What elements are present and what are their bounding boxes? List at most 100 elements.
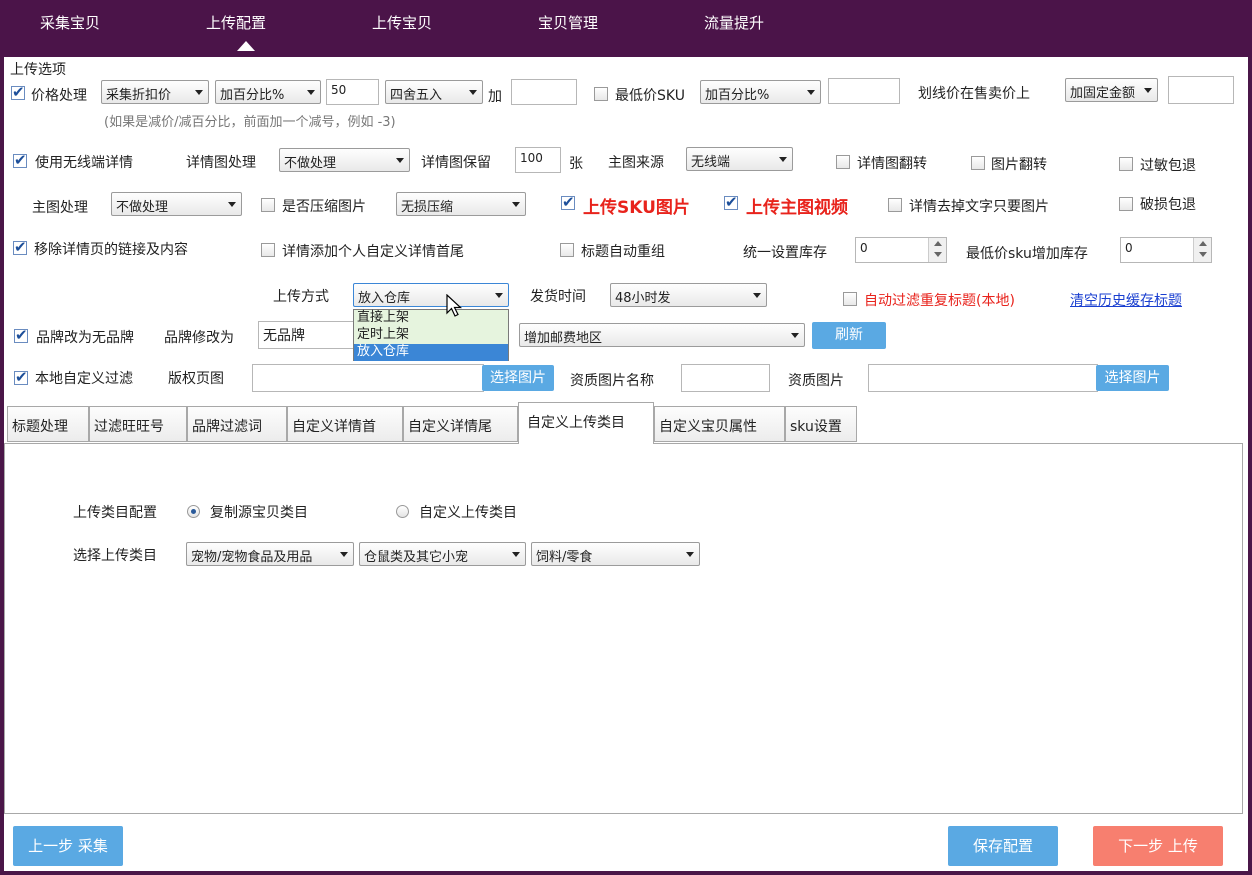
tab-custom-detail-head[interactable]: 自定义详情首 <box>287 406 403 442</box>
copyright-input[interactable] <box>252 364 484 392</box>
ship-time-select[interactable]: 48小时发 <box>610 283 767 307</box>
nav-item-manage[interactable]: 宝贝管理 <box>538 12 598 33</box>
radio-copy-category-label: 复制源宝贝类目 <box>210 505 308 521</box>
min-sku-value-input[interactable] <box>828 78 900 104</box>
remove-links-label: 移除详情页的链接及内容 <box>34 242 188 258</box>
detail-remove-text-checkbox[interactable] <box>888 198 902 212</box>
main-img-select[interactable]: 不做处理 <box>111 192 242 216</box>
tab-brand-filter[interactable]: 品牌过滤词 <box>187 406 287 442</box>
next-step-button[interactable]: 下一步 上传 <box>1093 826 1223 866</box>
strike-value-input[interactable] <box>1168 76 1234 104</box>
tab-custom-category[interactable]: 自定义上传类目 <box>518 402 654 444</box>
detail-keep-input[interactable]: 100 <box>515 147 561 173</box>
main-img-label: 主图处理 <box>32 200 88 216</box>
price-process-label: 价格处理 <box>31 88 87 104</box>
local-filter-label: 本地自定义过滤 <box>35 371 133 387</box>
price-hint: (如果是减价/减百分比，前面加一个减号，例如 -3) <box>104 115 396 130</box>
price-source-select[interactable]: 采集折扣价 <box>101 80 209 104</box>
brand-value-input[interactable]: 无品牌 <box>258 321 354 349</box>
tab-custom-detail-tail[interactable]: 自定义详情尾 <box>403 406 518 442</box>
detail-remove-text-label: 详情去掉文字只要图片 <box>909 199 1049 215</box>
min-sku-label: 最低价SKU <box>615 88 685 104</box>
min-sku-stock-label: 最低价sku增加库存 <box>966 246 1088 262</box>
add-value-input[interactable] <box>511 79 577 105</box>
detail-keep-unit: 张 <box>569 156 583 172</box>
img-flip-checkbox[interactable] <box>971 156 985 170</box>
postage-region-select[interactable]: 增加邮费地区 <box>519 323 805 347</box>
upload-sku-img-checkbox[interactable] <box>561 193 575 211</box>
allergy-refund-label: 过敏包退 <box>1140 158 1196 174</box>
price-value-input[interactable]: 50 <box>326 79 379 105</box>
price-process-checkbox[interactable] <box>11 83 25 101</box>
tab-title-process[interactable]: 标题处理 <box>7 406 89 442</box>
nav-upload-config[interactable]: 上传配置 <box>206 12 266 33</box>
upload-mode-select[interactable]: 放入仓库 <box>353 283 509 307</box>
select-copyright-image-button[interactable]: 选择图片 <box>482 365 554 391</box>
nav-collect[interactable]: 采集宝贝 <box>40 12 100 33</box>
top-nav-bar: 采集宝贝 上传配置 上传宝贝 宝贝管理 流量提升 <box>0 0 1252 57</box>
price-mode-select[interactable]: 加百分比% <box>215 80 321 104</box>
radio-custom-category[interactable] <box>396 505 409 518</box>
mobile-detail-checkbox[interactable] <box>13 151 27 169</box>
radio-copy-category[interactable] <box>187 505 200 518</box>
select-qual-image-button[interactable]: 选择图片 <box>1096 365 1169 391</box>
stock-spinner[interactable]: 0 <box>855 237 947 263</box>
save-config-button[interactable]: 保存配置 <box>948 826 1058 866</box>
local-filter-checkbox[interactable] <box>14 368 28 386</box>
strike-mode-select[interactable]: 加固定金额 <box>1065 78 1158 102</box>
qual-name-input[interactable] <box>681 364 770 392</box>
prev-step-button[interactable]: 上一步 采集 <box>13 826 123 866</box>
mobile-detail-label: 使用无线端详情 <box>35 155 133 171</box>
main-src-label: 主图来源 <box>608 155 664 171</box>
dropdown-option-warehouse[interactable]: 放入仓库 <box>354 344 508 361</box>
damage-refund-checkbox[interactable] <box>1119 197 1133 211</box>
nav-upload-items[interactable]: 上传宝贝 <box>372 12 432 33</box>
dropdown-option-direct[interactable]: 直接上架 <box>354 310 508 327</box>
stock-label: 统一设置库存 <box>743 245 827 261</box>
damage-refund-label: 破损包退 <box>1140 197 1196 213</box>
qual-img-input[interactable] <box>868 364 1098 392</box>
detail-flip-checkbox[interactable] <box>836 155 850 169</box>
category-level1-select[interactable]: 宠物/宠物食品及用品 <box>186 542 354 566</box>
min-sku-stock-spinner[interactable]: 0 <box>1120 237 1212 263</box>
auto-filter-title-checkbox[interactable] <box>843 292 857 306</box>
detail-keep-label: 详情图保留 <box>421 155 491 171</box>
clear-cache-link[interactable]: 清空历史缓存标题 <box>1070 290 1182 310</box>
tab-filter-wangwang[interactable]: 过滤旺旺号 <box>89 406 187 442</box>
upload-mode-dropdown-list: 直接上架 定时上架 放入仓库 <box>353 309 509 361</box>
strike-price-label: 划线价在售卖价上 <box>918 86 1030 102</box>
detail-img-label: 详情图处理 <box>186 155 256 171</box>
mouse-cursor-icon <box>446 294 463 317</box>
dropdown-option-scheduled[interactable]: 定时上架 <box>354 327 508 344</box>
tab-sku-settings[interactable]: sku设置 <box>785 406 857 442</box>
active-nav-caret-icon <box>237 41 255 51</box>
brand-to-none-checkbox[interactable] <box>14 326 28 344</box>
auto-filter-title-label: 自动过滤重复标题(本地) <box>864 293 1015 309</box>
tab-custom-attributes[interactable]: 自定义宝贝属性 <box>654 406 785 442</box>
compress-checkbox[interactable] <box>261 198 275 212</box>
min-sku-checkbox[interactable] <box>594 87 608 101</box>
brand-change-label: 品牌修改为 <box>164 330 234 346</box>
nav-traffic-boost[interactable]: 流量提升 <box>704 12 764 33</box>
qual-img-label: 资质图片 <box>788 373 844 389</box>
detail-flip-label: 详情图翻转 <box>857 156 927 172</box>
add-custom-detail-checkbox[interactable] <box>261 243 275 257</box>
title-regroup-checkbox[interactable] <box>560 243 574 257</box>
allergy-refund-checkbox[interactable] <box>1119 157 1133 171</box>
ship-time-label: 发货时间 <box>530 289 586 305</box>
copyright-label: 版权页图 <box>168 371 224 387</box>
category-level3-select[interactable]: 饲料/零食 <box>531 542 700 566</box>
remove-links-checkbox[interactable] <box>13 238 27 256</box>
category-level2-select[interactable]: 仓鼠类及其它小宠 <box>359 542 526 566</box>
refresh-button[interactable]: 刷新 <box>812 322 886 349</box>
main-src-select[interactable]: 无线端 <box>686 147 793 171</box>
upload-main-video-checkbox[interactable] <box>724 193 738 211</box>
select-category-label: 选择上传类目 <box>73 548 157 564</box>
radio-custom-category-label: 自定义上传类目 <box>419 505 517 521</box>
upload-mode-label: 上传方式 <box>273 289 329 305</box>
detail-img-select[interactable]: 不做处理 <box>279 148 410 172</box>
compress-select[interactable]: 无损压缩 <box>396 192 526 216</box>
min-sku-mode-select[interactable]: 加百分比% <box>700 80 821 104</box>
compress-label: 是否压缩图片 <box>282 199 366 215</box>
rounding-select[interactable]: 四舍五入 <box>385 80 483 104</box>
